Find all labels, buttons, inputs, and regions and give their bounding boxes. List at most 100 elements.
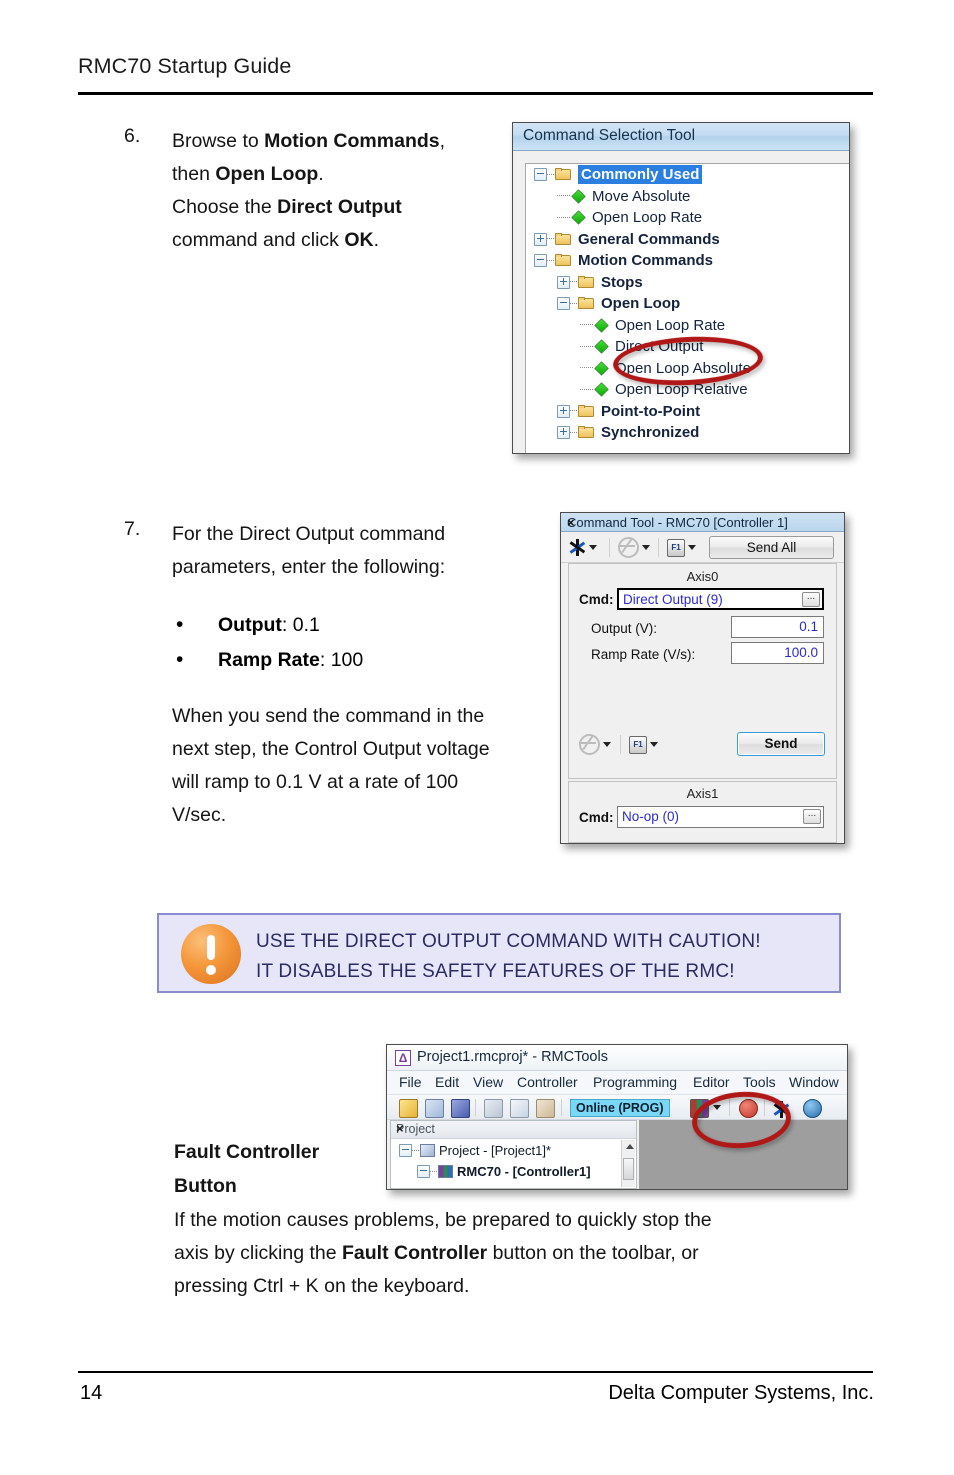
- chevron-down-icon[interactable]: [589, 545, 597, 550]
- send-all-button[interactable]: Send All: [709, 536, 834, 559]
- rmctools-logo-icon: Δ: [395, 1050, 411, 1066]
- menu-item-controller[interactable]: Controller: [517, 1074, 578, 1090]
- project-pane-scrollbar[interactable]: [621, 1140, 635, 1187]
- body-text: V/sec.: [172, 804, 227, 826]
- axis0-f1-key-icon-button[interactable]: F1: [629, 734, 658, 755]
- chevron-down-icon[interactable]: [603, 742, 611, 747]
- menu-item-view[interactable]: View: [473, 1074, 503, 1090]
- folder-icon: [578, 404, 595, 418]
- command-tree[interactable]: Commonly Used Move Absolute Open Loop Rate…: [525, 163, 849, 453]
- collapse-icon[interactable]: [417, 1165, 430, 1178]
- footer-page-number: 14: [80, 1382, 103, 1404]
- tree-item-label: Open Loop Rate: [615, 316, 726, 334]
- tree-item[interactable]: Open Loop Rate: [526, 315, 849, 337]
- tree-connector: [557, 195, 570, 197]
- scroll-up-icon[interactable]: [626, 1144, 634, 1149]
- collapse-icon[interactable]: [534, 168, 547, 182]
- axis0-cmd-input[interactable]: Direct Output (9) ...: [617, 588, 824, 610]
- emphasis-text: Direct Output: [277, 196, 402, 218]
- tree-item[interactable]: General Commands: [526, 229, 849, 251]
- tree-item-label: Open Loop: [601, 295, 681, 313]
- new-project-icon[interactable]: [399, 1099, 418, 1118]
- tree-item[interactable]: Point-to-Point: [526, 401, 849, 423]
- project-tree-item[interactable]: Project - [Project1]*: [399, 1143, 551, 1158]
- body-text: Browse to: [172, 130, 265, 152]
- footer-company: Delta Computer Systems, Inc.: [608, 1382, 874, 1404]
- project-pane: Project × Project - [Project1]* RMC70 - […: [390, 1120, 637, 1189]
- close-icon[interactable]: ×: [567, 515, 836, 530]
- chevron-down-icon[interactable]: [642, 545, 650, 550]
- tree-item[interactable]: Move Absolute: [526, 186, 849, 208]
- collapse-icon[interactable]: [557, 297, 570, 311]
- command-tool-screenshot: Command Tool - RMC70 [Controller 1] × F1: [560, 512, 845, 844]
- help-icon[interactable]: [803, 1099, 822, 1118]
- expand-icon[interactable]: [557, 404, 570, 418]
- axis0-title: Axis0: [686, 569, 719, 584]
- axis0-field-0-value: 0.1: [799, 619, 818, 634]
- tree-connector: [580, 324, 593, 326]
- step-6-line-3: command and click OK.: [172, 224, 502, 257]
- toolbar-separator: [609, 538, 610, 557]
- folder-icon: [578, 297, 595, 310]
- tree-item[interactable]: Open Loop Rate: [526, 207, 849, 229]
- body-text: button on the toolbar, or: [487, 1242, 699, 1264]
- close-icon[interactable]: ×: [396, 1121, 630, 1136]
- menu-item-programming[interactable]: Programming: [593, 1074, 677, 1090]
- command-diamond-icon: [571, 210, 586, 225]
- expand-icon[interactable]: [557, 426, 570, 440]
- online-status-chip[interactable]: Online (PROG): [570, 1099, 670, 1117]
- body-text: then: [172, 163, 216, 185]
- fault-controller-icon-button[interactable]: [569, 537, 597, 558]
- tree-connector: [580, 367, 593, 369]
- toolbar-separator: [620, 735, 621, 754]
- chevron-down-icon[interactable]: [650, 742, 658, 747]
- fault-heading-line-1: Fault Controller: [174, 1141, 320, 1163]
- menu-item-edit[interactable]: Edit: [435, 1074, 459, 1090]
- paste-icon[interactable]: [536, 1099, 555, 1118]
- body-text: : 0.1: [281, 614, 320, 636]
- collapse-icon[interactable]: [534, 254, 547, 268]
- folder-icon: [555, 168, 572, 181]
- axis0-field-0-input[interactable]: 0.1: [731, 616, 824, 638]
- clock-icon-button[interactable]: [618, 537, 650, 558]
- f1-key-icon-button[interactable]: F1: [667, 537, 696, 558]
- chevron-down-icon[interactable]: [688, 545, 696, 550]
- menu-item-tools[interactable]: Tools: [743, 1074, 776, 1090]
- body-text: .: [318, 163, 324, 185]
- open-project-icon[interactable]: [425, 1099, 444, 1118]
- axis1-panel: Axis1 Cmd: No-op (0) ...: [568, 781, 837, 843]
- body-text: Choose the: [172, 196, 278, 218]
- tree-connector: [570, 431, 577, 434]
- tree-item[interactable]: Open Loop: [526, 293, 849, 315]
- tree-connector: [580, 388, 593, 391]
- header-divider: [78, 92, 873, 95]
- emphasis-text: Fault Controller: [342, 1242, 488, 1264]
- axis1-cmd-input[interactable]: No-op (0) ...: [617, 806, 824, 828]
- cut-icon[interactable]: [484, 1099, 503, 1118]
- copy-icon[interactable]: [510, 1099, 529, 1118]
- clock-icon: [618, 537, 639, 558]
- command-selection-tool-screenshot: Command Selection Tool Commonly Used Move…: [512, 122, 850, 454]
- menu-item-editor[interactable]: Editor: [693, 1074, 730, 1090]
- axis0-send-button[interactable]: Send: [737, 732, 825, 756]
- tree-item[interactable]: Commonly Used: [526, 164, 849, 186]
- tree-item[interactable]: Motion Commands: [526, 250, 849, 272]
- save-icon[interactable]: [451, 1099, 470, 1118]
- collapse-icon[interactable]: [399, 1144, 412, 1157]
- tree-item[interactable]: Stops: [526, 272, 849, 294]
- axis0-cmd-browse-button[interactable]: ...: [802, 592, 820, 607]
- tree-item[interactable]: Synchronized: [526, 422, 849, 444]
- scrollbar-thumb[interactable]: [623, 1158, 634, 1180]
- command-diamond-icon: [571, 189, 586, 204]
- project-tree-item[interactable]: RMC70 - [Controller1]: [417, 1164, 591, 1179]
- menu-item-window[interactable]: Window: [789, 1074, 839, 1090]
- caution-line-1: USE THE DIRECT OUTPUT COMMAND WITH CAUTI…: [256, 931, 761, 952]
- expand-icon[interactable]: [534, 232, 547, 246]
- axis0-field-1-input[interactable]: 100.0: [731, 642, 824, 664]
- axis0-clock-icon-button[interactable]: [579, 734, 611, 755]
- menu-item-file[interactable]: File: [399, 1074, 422, 1090]
- expand-icon[interactable]: [557, 275, 570, 289]
- axis1-cmd-browse-button[interactable]: ...: [803, 809, 821, 824]
- rmctools-title: Project1.rmcproj* - RMCTools: [417, 1049, 608, 1065]
- tree-connector: [570, 302, 577, 305]
